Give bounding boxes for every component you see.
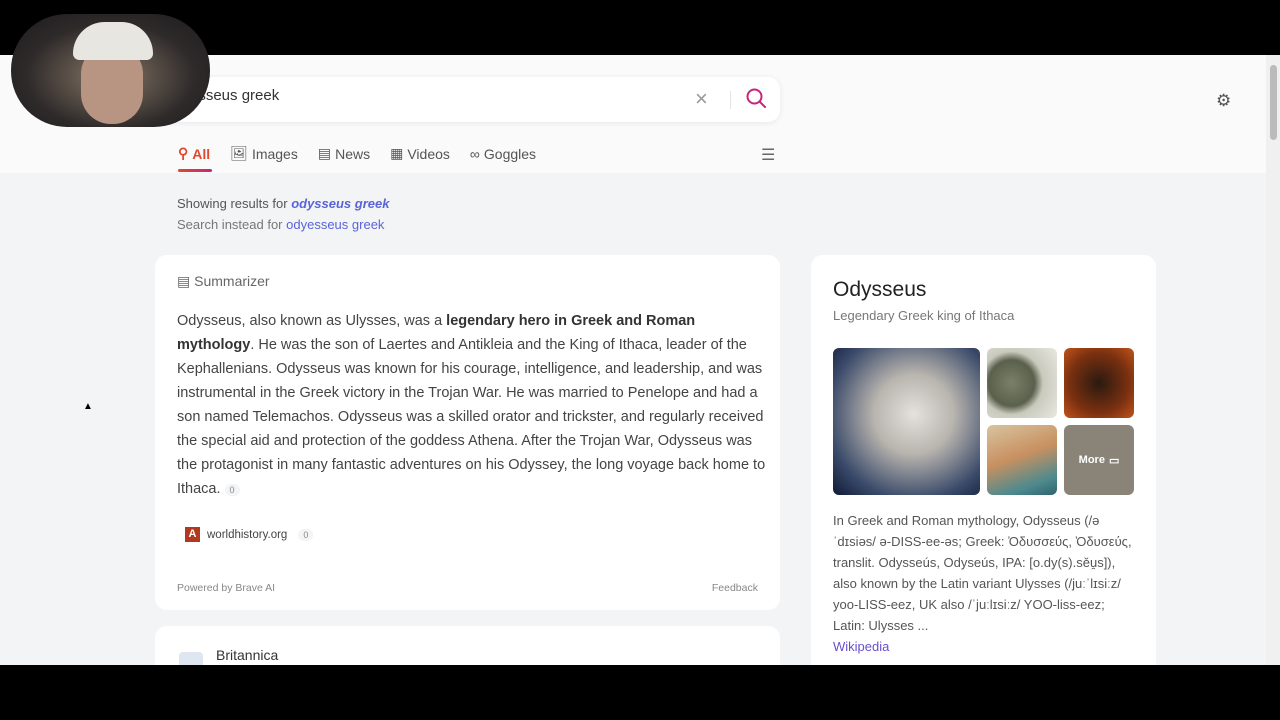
- description-text: In Greek and Roman mythology, Odysseus (…: [833, 513, 1132, 633]
- result-site-name[interactable]: Britannica: [216, 647, 278, 663]
- image-thumbnail[interactable]: [1064, 348, 1134, 418]
- clear-icon[interactable]: ×: [695, 86, 708, 112]
- presenter-hat: [73, 22, 153, 60]
- tab-all[interactable]: ⚲ All: [178, 145, 213, 172]
- summarizer-icon: ▤: [177, 273, 191, 289]
- source-favicon: A: [185, 527, 200, 542]
- summary-text: Odysseus, also known as Ulysses, was a l…: [177, 309, 767, 502]
- image-icon: ▭: [1108, 454, 1120, 467]
- tab-label: News: [335, 145, 371, 162]
- source-link[interactable]: Aworldhistory.org 0: [185, 527, 314, 542]
- search-result[interactable]: Britannica: [155, 626, 780, 665]
- scrollbar[interactable]: [1266, 55, 1280, 665]
- tab-goggles[interactable]: ∞ Goggles: [470, 145, 536, 162]
- summary-part: . He was the son of Laertes and Antiklei…: [177, 337, 766, 497]
- browser-page: × ⚙ ⚲All 🖼Images ▤News ▦Videos ∞Goggles …: [0, 55, 1280, 665]
- film-icon: ▦: [390, 145, 404, 161]
- source-count: 0: [298, 528, 314, 541]
- showing-label: Showing results for: [177, 196, 288, 211]
- filters-icon[interactable]: ☰: [761, 145, 775, 165]
- goggles-icon: ∞: [469, 145, 480, 162]
- summarizer-title: Summarizer: [194, 273, 270, 289]
- search-icon[interactable]: [744, 86, 768, 115]
- image-thumbnail[interactable]: [987, 425, 1057, 495]
- corrected-query-link[interactable]: odysseus greek: [291, 196, 389, 211]
- panel-subtitle: Legendary Greek king of Ithaca: [833, 308, 1015, 323]
- summarizer-card: ▤ Summarizer Odysseus, also known as Uly…: [155, 255, 780, 610]
- gear-icon[interactable]: ⚙: [1216, 91, 1231, 111]
- site-favicon: [179, 652, 203, 665]
- original-query-link[interactable]: odyesseus greek: [286, 217, 384, 232]
- search-bar[interactable]: ×: [160, 77, 780, 122]
- summary-part: Odysseus, also known as Ulysses, was a: [177, 313, 447, 329]
- wikipedia-link[interactable]: Wikipedia: [833, 636, 1138, 657]
- webcam-overlay: [11, 14, 210, 127]
- search-icon: ⚲: [178, 145, 189, 161]
- panel-description: In Greek and Roman mythology, Odysseus (…: [833, 510, 1138, 657]
- image-icon: 🖼: [230, 145, 248, 161]
- image-thumbnail[interactable]: [833, 348, 980, 495]
- search-input[interactable]: [190, 87, 670, 104]
- tab-label: Goggles: [483, 145, 537, 162]
- tab-label: Images: [251, 145, 298, 162]
- more-label: More: [1078, 454, 1105, 466]
- source-name: worldhistory.org: [207, 528, 288, 541]
- tab-label: Videos: [407, 145, 450, 162]
- tab-bar: ⚲ All 🖼 Images ▤ News ▦ Videos ∞ Goggles: [178, 145, 536, 172]
- citation-badge[interactable]: 0: [224, 484, 240, 496]
- divider: [730, 91, 731, 109]
- spelling-correction: Showing results for odysseus greek Searc…: [177, 193, 389, 235]
- news-icon: ▤: [317, 145, 332, 161]
- tab-news[interactable]: ▤ News: [318, 145, 370, 162]
- image-thumbnail[interactable]: [987, 348, 1057, 418]
- instead-label: Search instead for: [177, 217, 283, 232]
- tab-label: All: [192, 145, 211, 162]
- more-images-button[interactable]: More ▭: [1064, 425, 1134, 495]
- powered-by: Powered by Brave AI: [177, 582, 276, 594]
- knowledge-panel: Odysseus Legendary Greek king of Ithaca …: [811, 255, 1156, 665]
- mouse-cursor-icon: ▲: [83, 401, 93, 412]
- summarizer-header: ▤ Summarizer: [177, 273, 270, 290]
- tab-videos[interactable]: ▦ Videos: [390, 145, 450, 162]
- tab-images[interactable]: 🖼 Images: [230, 145, 298, 162]
- feedback-link[interactable]: Feedback: [712, 582, 758, 594]
- scrollbar-thumb[interactable]: [1270, 65, 1277, 140]
- panel-title: Odysseus: [833, 278, 927, 301]
